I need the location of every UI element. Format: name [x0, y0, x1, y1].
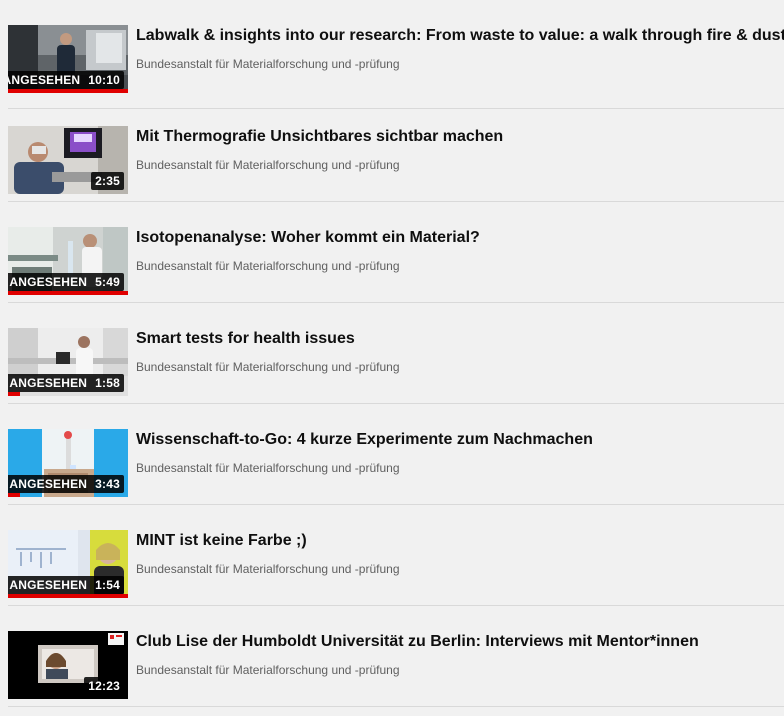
watched-duration-badge: ANGESEHEN 3:43: [8, 475, 124, 493]
watched-duration-badge: ANGESEHEN 10:10: [8, 71, 124, 89]
watched-duration-badge: ANGESEHEN 5:49: [8, 273, 124, 291]
duration-label: 10:10: [88, 73, 120, 87]
watch-progress-bar: [8, 392, 20, 396]
duration-label: 3:43: [95, 477, 120, 491]
video-title[interactable]: Club Lise der Humboldt Universität zu Be…: [136, 633, 776, 651]
list-item[interactable]: 2:35 Mit Thermografie Unsichtbares sicht…: [0, 101, 784, 202]
video-title[interactable]: Mit Thermografie Unsichtbares sichtbar m…: [136, 128, 776, 146]
watched-duration-badge: ANGESEHEN 1:58: [8, 374, 124, 392]
list-item[interactable]: ANGESEHEN 10:10 Labwalk & insights into …: [0, 0, 784, 109]
video-thumbnail[interactable]: ANGESEHEN 10:10: [8, 25, 128, 93]
channel-name[interactable]: Bundesanstalt für Materialforschung und …: [136, 259, 400, 273]
watched-label: ANGESEHEN: [9, 275, 88, 289]
video-thumbnail[interactable]: 2:35: [8, 126, 128, 194]
watch-progress-bar: [8, 594, 128, 598]
channel-name[interactable]: Bundesanstalt für Materialforschung und …: [136, 562, 400, 576]
watched-label: ANGESEHEN: [9, 376, 88, 390]
list-item[interactable]: ANGESEHEN 1:54 MINT ist keine Farbe ;) B…: [0, 505, 784, 606]
watch-progress-bar: [8, 89, 128, 93]
watched-label: ANGESEHEN: [9, 578, 88, 592]
watched-duration-badge: ANGESEHEN 1:54: [8, 576, 124, 594]
list-item[interactable]: ANGESEHEN 3:43 Wissenschaft-to-Go: 4 kur…: [0, 404, 784, 505]
list-item[interactable]: ANGESEHEN 1:58 Smart tests for health is…: [0, 303, 784, 404]
watched-label: ANGESEHEN: [9, 477, 88, 491]
duration-label: 2:35: [95, 174, 120, 188]
channel-name[interactable]: Bundesanstalt für Materialforschung und …: [136, 663, 400, 677]
duration-label: 1:58: [95, 376, 120, 390]
channel-name[interactable]: Bundesanstalt für Materialforschung und …: [136, 461, 400, 475]
video-title[interactable]: MINT ist keine Farbe ;): [136, 532, 776, 550]
video-thumbnail[interactable]: ANGESEHEN 3:43: [8, 429, 128, 497]
channel-name[interactable]: Bundesanstalt für Materialforschung und …: [136, 57, 400, 71]
video-title[interactable]: Wissenschaft-to-Go: 4 kurze Experimente …: [136, 431, 776, 449]
list-item[interactable]: 12:23 Club Lise der Humboldt Universität…: [0, 606, 784, 707]
video-title[interactable]: Labwalk & insights into our research: Fr…: [136, 27, 784, 45]
duration-label: 1:54: [95, 578, 120, 592]
watched-label: ANGESEHEN: [8, 73, 81, 87]
list-item[interactable]: ANGESEHEN 5:49 Isotopenanalyse: Woher ko…: [0, 202, 784, 303]
duration-label: 12:23: [88, 679, 120, 693]
row-divider: [8, 706, 784, 707]
video-title[interactable]: Smart tests for health issues: [136, 330, 776, 348]
duration-badge: 2:35: [91, 172, 124, 190]
watch-progress-bar: [8, 291, 128, 295]
video-thumbnail[interactable]: ANGESEHEN 5:49: [8, 227, 128, 295]
duration-badge: 12:23: [84, 677, 124, 695]
video-thumbnail[interactable]: ANGESEHEN 1:58: [8, 328, 128, 396]
watch-progress-bar: [8, 493, 20, 497]
duration-label: 5:49: [95, 275, 120, 289]
video-thumbnail[interactable]: 12:23: [8, 631, 128, 699]
video-title[interactable]: Isotopenanalyse: Woher kommt ein Materia…: [136, 229, 776, 247]
video-thumbnail[interactable]: ANGESEHEN 1:54: [8, 530, 128, 598]
channel-name[interactable]: Bundesanstalt für Materialforschung und …: [136, 158, 400, 172]
channel-name[interactable]: Bundesanstalt für Materialforschung und …: [136, 360, 400, 374]
